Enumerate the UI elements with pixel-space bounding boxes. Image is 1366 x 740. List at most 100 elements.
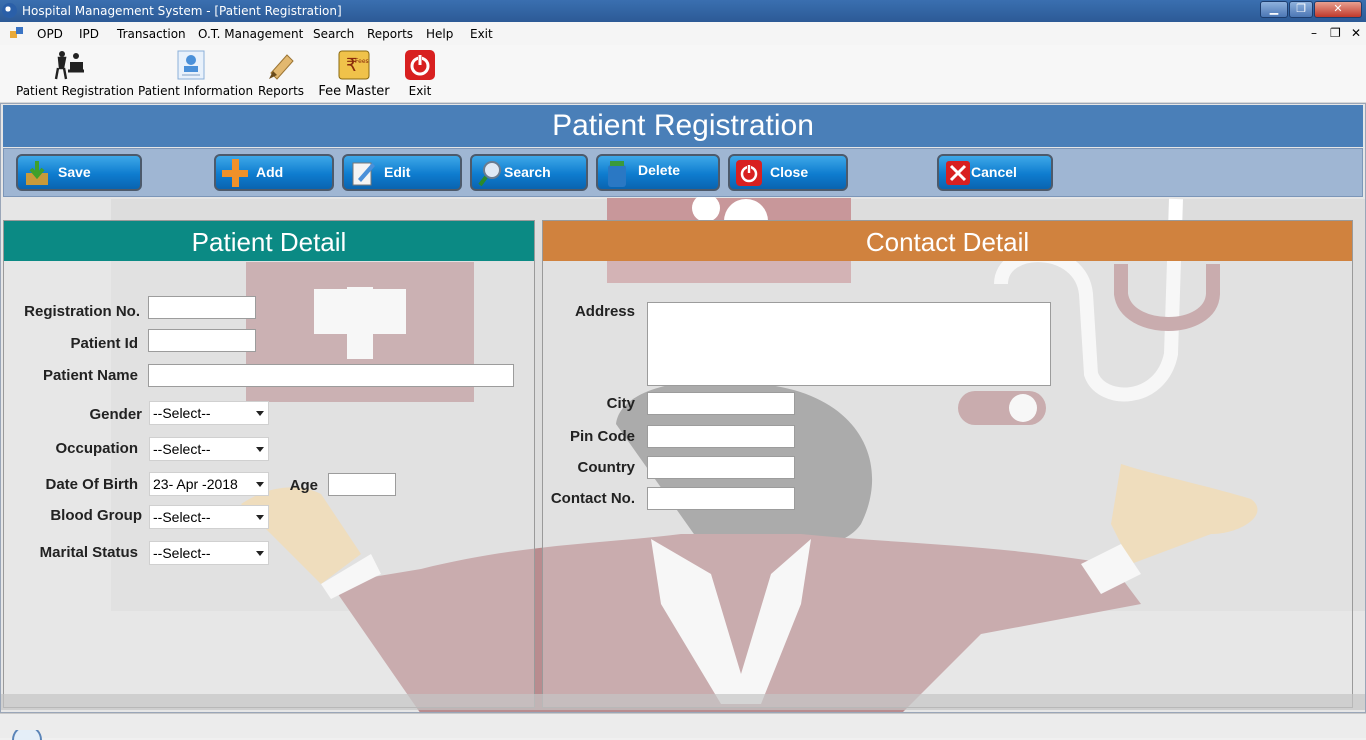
close-button[interactable]: Close xyxy=(728,154,848,191)
toolbar-label: Exit xyxy=(408,84,432,98)
menu-ot-management[interactable]: O.T. Management xyxy=(198,27,303,41)
toolbar-label: Fee Master xyxy=(318,84,390,99)
toolbar-exit[interactable]: Exit xyxy=(402,49,438,98)
toolbar-fee-master[interactable]: ₹ Fees Fee Master xyxy=(318,49,390,99)
form-header: Patient Registration xyxy=(3,105,1363,147)
chevron-down-icon xyxy=(256,411,264,416)
gender-label: Gender xyxy=(89,406,142,423)
dob-value: 23- Apr -2018 xyxy=(153,476,238,492)
occupation-select[interactable]: --Select-- xyxy=(149,437,269,461)
address-textarea[interactable] xyxy=(647,302,1051,386)
blood-group-value: --Select-- xyxy=(153,509,211,525)
patient-detail-title: Patient Detail xyxy=(4,221,534,261)
country-input[interactable] xyxy=(647,456,795,479)
menu-bar: OPD IPD Transaction O.T. Management Sear… xyxy=(0,22,1366,45)
patient-detail-panel: Patient Detail Registration No. Patient … xyxy=(3,220,535,708)
contact-no-label: Contact No. xyxy=(550,490,635,507)
menu-opd[interactable]: OPD xyxy=(37,27,63,41)
search-button[interactable]: Search xyxy=(470,154,588,191)
add-button[interactable]: Add xyxy=(214,154,334,191)
occupation-value: --Select-- xyxy=(153,441,211,457)
cancel-label: Cancel xyxy=(971,164,1017,180)
cancel-button[interactable]: Cancel xyxy=(937,154,1053,191)
menu-transaction[interactable]: Transaction xyxy=(117,27,186,41)
toolbar-patient-registration[interactable]: Patient Registration xyxy=(16,49,134,98)
patient-registration-icon xyxy=(53,49,85,81)
mdi-close-button[interactable]: ✕ xyxy=(1351,26,1361,40)
gender-value: --Select-- xyxy=(153,405,211,421)
save-label: Save xyxy=(58,164,91,180)
patient-name-label: Patient Name xyxy=(42,367,138,384)
search-label: Search xyxy=(504,164,551,180)
menu-help[interactable]: Help xyxy=(426,27,453,41)
menu-search[interactable]: Search xyxy=(313,27,354,41)
patient-registration-form: Patient Registration Save Add Edit Searc… xyxy=(0,103,1366,713)
trash-icon xyxy=(604,159,630,187)
dob-label: Date Of Birth xyxy=(45,476,138,493)
close-window-button[interactable]: ✕ xyxy=(1314,1,1362,18)
mdi-minimize-button[interactable]: – xyxy=(1311,26,1317,40)
edit-label: Edit xyxy=(384,164,411,180)
registration-no-input[interactable] xyxy=(148,296,256,319)
blood-group-label: Blood Group xyxy=(50,507,142,524)
patient-id-input[interactable] xyxy=(148,329,256,352)
address-label: Address xyxy=(574,303,635,320)
power-icon xyxy=(404,49,436,81)
mdi-child-icon xyxy=(10,26,24,39)
toolbar-reports[interactable]: Reports xyxy=(258,49,304,98)
menu-ipd[interactable]: IPD xyxy=(79,27,99,41)
edit-icon xyxy=(350,159,376,187)
patient-information-icon xyxy=(175,49,207,81)
toolbar-label: Reports xyxy=(258,84,305,98)
app-icon xyxy=(2,3,17,18)
marital-status-value: --Select-- xyxy=(153,545,211,561)
power-icon xyxy=(736,159,762,187)
delete-label: Delete xyxy=(638,162,681,178)
contact-detail-title: Contact Detail xyxy=(543,221,1352,261)
patient-name-input[interactable] xyxy=(148,364,514,387)
gender-select[interactable]: --Select-- xyxy=(149,401,269,425)
city-label: City xyxy=(606,395,635,412)
age-input[interactable] xyxy=(328,473,396,496)
age-label: Age xyxy=(289,477,318,494)
status-bar xyxy=(0,713,1366,740)
marital-status-select[interactable]: --Select-- xyxy=(149,541,269,565)
save-button[interactable]: Save xyxy=(16,154,142,191)
toolbar-label: Patient Registration xyxy=(16,84,134,98)
title-bar: Hospital Management System - [Patient Re… xyxy=(0,0,1366,22)
delete-button[interactable]: Delete xyxy=(596,154,720,191)
form-bottom-strip xyxy=(1,694,1365,710)
save-icon xyxy=(24,159,50,187)
toolbar-patient-information[interactable]: Patient Information xyxy=(138,49,254,98)
minimize-button[interactable]: ▁ xyxy=(1260,1,1288,18)
marital-status-label: Marital Status xyxy=(39,544,138,561)
mdi-restore-button[interactable]: ❐ xyxy=(1330,26,1341,40)
menu-reports[interactable]: Reports xyxy=(367,27,413,41)
svg-text:Fees: Fees xyxy=(355,58,369,65)
cancel-icon xyxy=(945,159,971,187)
search-icon xyxy=(478,159,504,187)
toolbar: Patient Registration Patient Information… xyxy=(0,45,1366,103)
maximize-button[interactable]: ❐ xyxy=(1289,1,1313,18)
chevron-down-icon xyxy=(256,551,264,556)
menu-exit[interactable]: Exit xyxy=(470,27,493,41)
country-label: Country xyxy=(577,459,636,476)
edit-button[interactable]: Edit xyxy=(342,154,462,191)
contact-detail-panel: Contact Detail Address City Pin Code Cou… xyxy=(542,220,1353,708)
contact-no-input[interactable] xyxy=(647,487,795,510)
chevron-down-icon xyxy=(256,482,264,487)
window-title: Hospital Management System - [Patient Re… xyxy=(22,4,342,18)
chevron-down-icon xyxy=(256,515,264,520)
city-input[interactable] xyxy=(647,392,795,415)
reports-icon xyxy=(265,49,297,81)
pin-code-input[interactable] xyxy=(647,425,795,448)
dob-picker[interactable]: 23- Apr -2018 xyxy=(149,472,269,496)
patient-id-label: Patient Id xyxy=(70,335,138,352)
registration-no-label: Registration No. xyxy=(24,303,140,320)
toolbar-label: Patient Information xyxy=(138,84,254,98)
blood-group-select[interactable]: --Select-- xyxy=(149,505,269,529)
action-bar: Save Add Edit Search Delete Close Cancel xyxy=(3,148,1363,197)
plus-icon xyxy=(222,159,248,187)
status-icon xyxy=(12,730,42,740)
fee-master-icon: ₹ Fees xyxy=(338,49,370,81)
